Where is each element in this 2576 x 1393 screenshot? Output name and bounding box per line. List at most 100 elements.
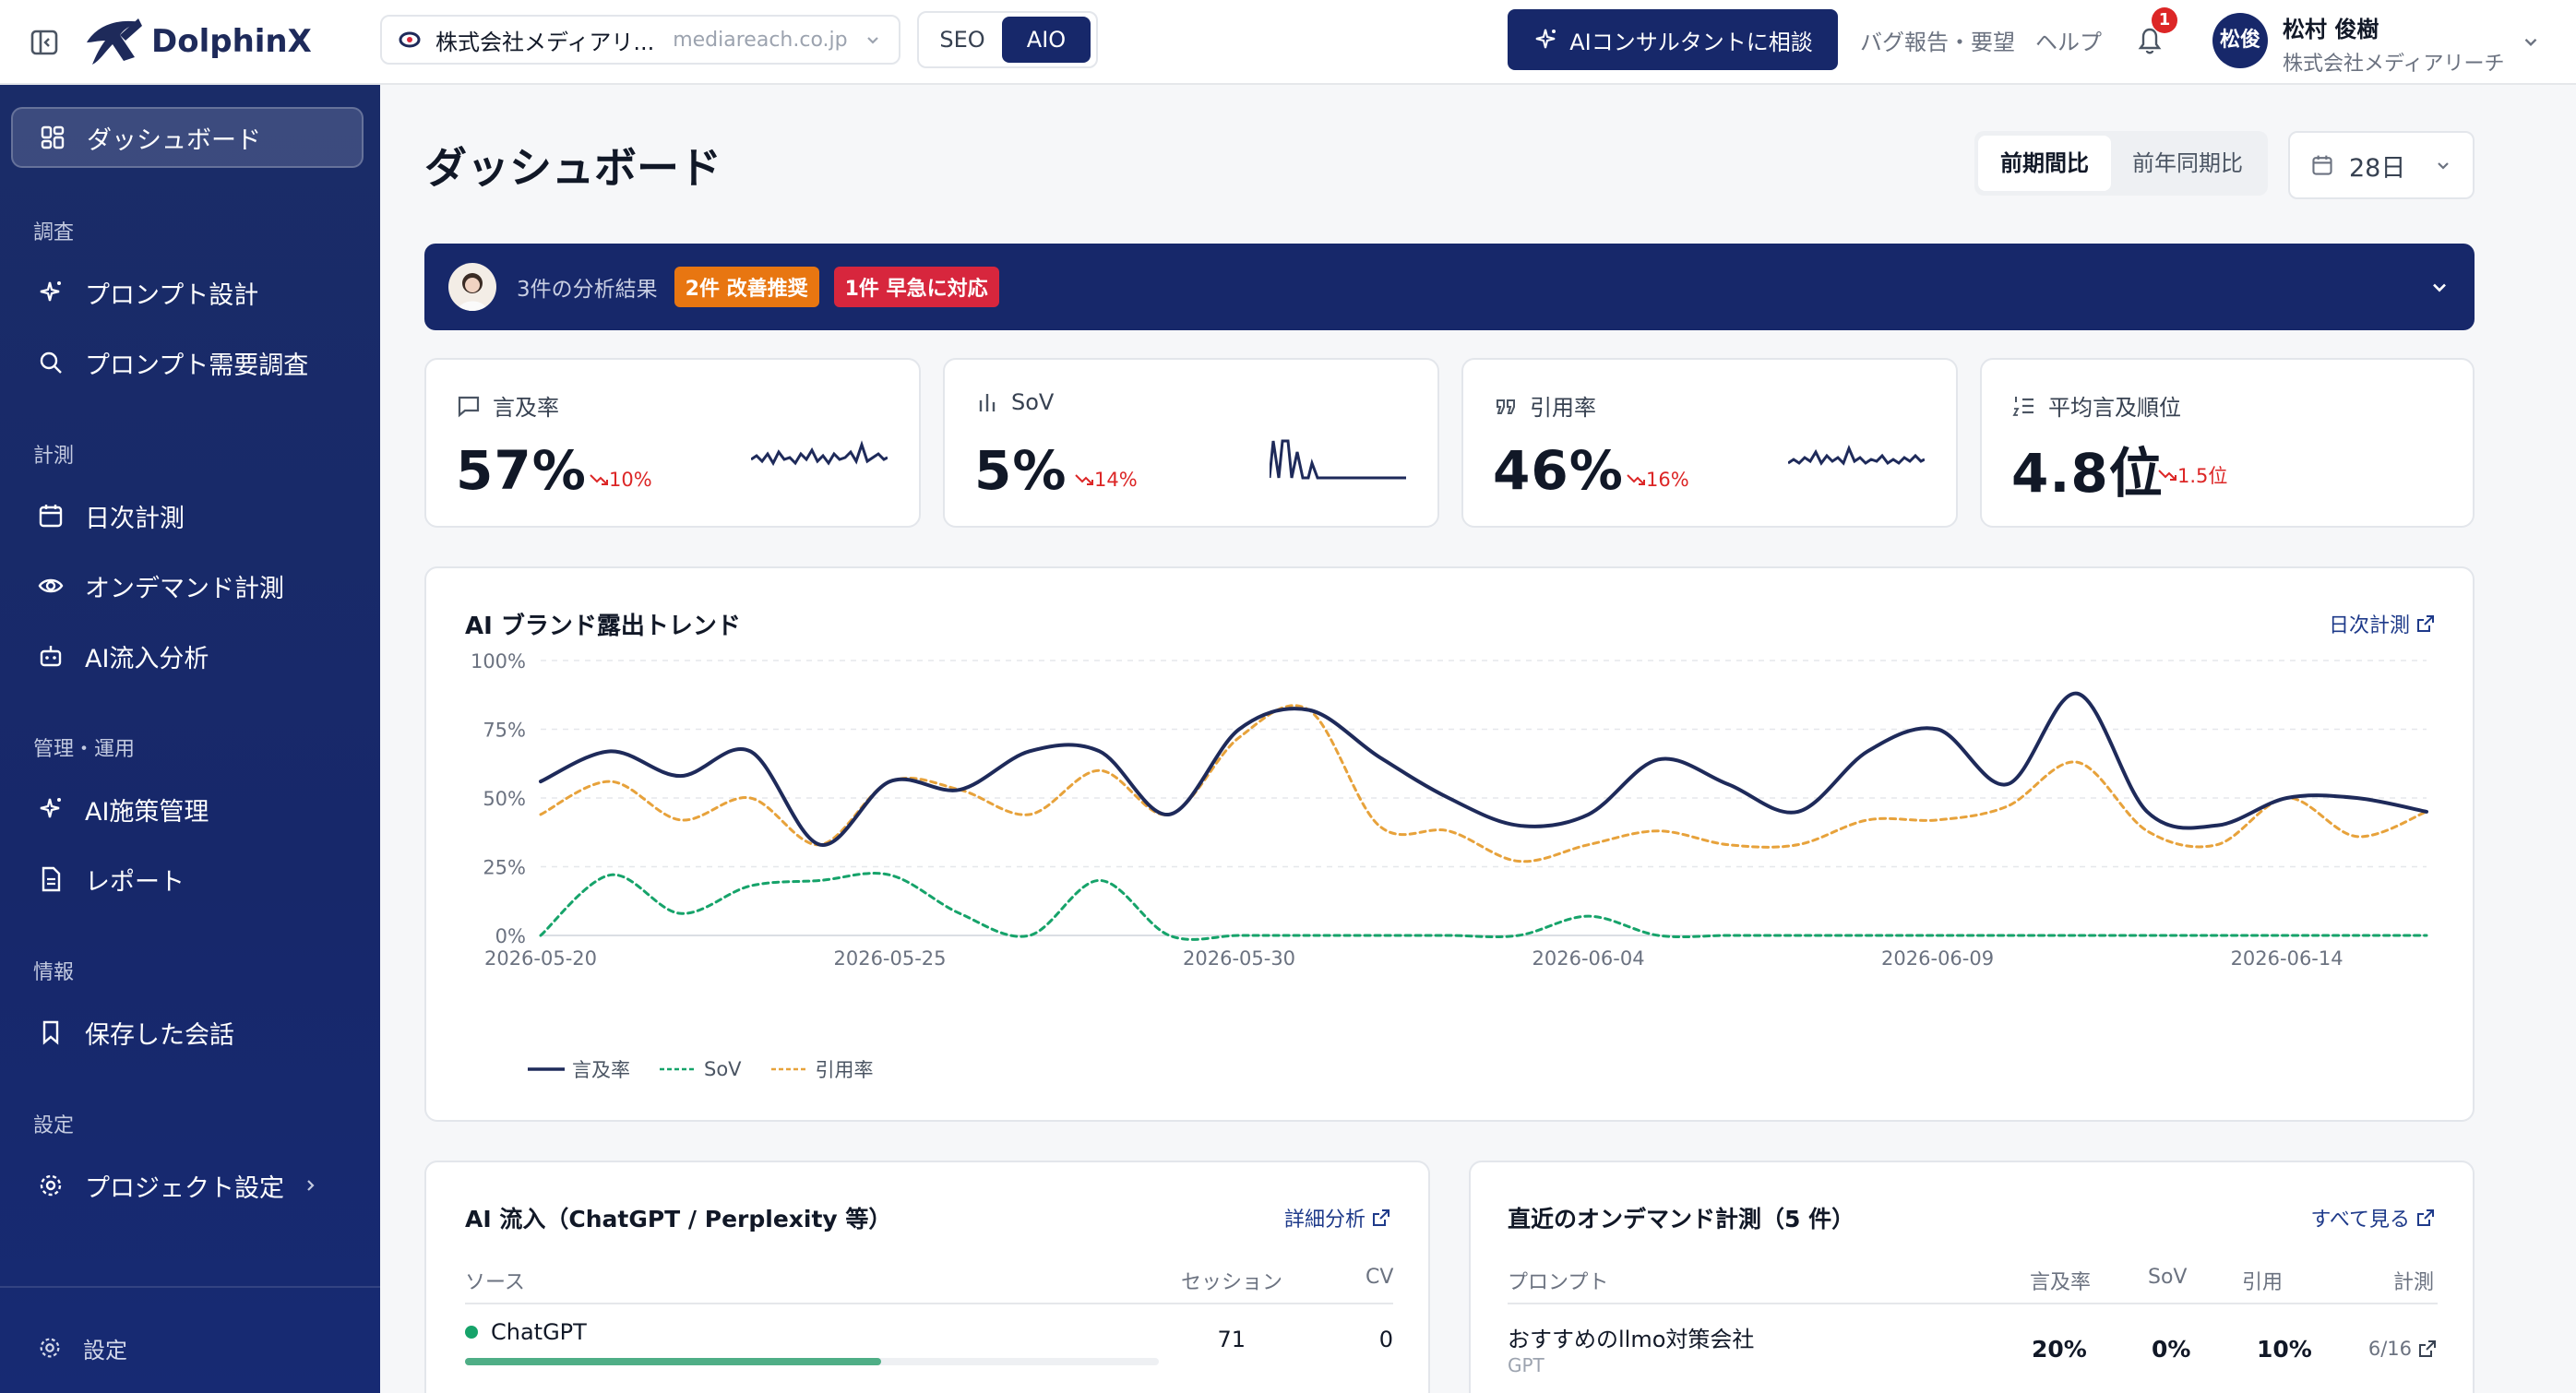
table-divider [1508,1303,2438,1304]
project-selector[interactable]: 株式会社メディアリ... mediareach.co.jp [380,15,900,65]
daily-link[interactable]: 日次計測 [2329,609,2436,638]
eye-icon [38,578,64,593]
tab-prev-period[interactable]: 前期間比 [1978,136,2111,191]
cite-value: 10% [2257,1336,2312,1363]
sidebar-item-label: AI施策管理 [85,797,209,827]
consultant-avatar [448,263,496,311]
bar-chart-icon [979,394,996,411]
y-tick-label: 75% [483,720,526,742]
sidebar-item-prompt-demand[interactable]: プロンプト需要調査 [22,332,362,393]
dolphin-logo-icon [87,18,142,65]
top-header: DolphinX 株式会社メディアリ... mediareach.co.jp S… [0,0,2576,85]
chevron-right-icon [307,1180,315,1191]
sidebar-item-ondemand[interactable]: オンデマンド計測 [22,555,362,616]
sidebar-section-settings: 設定 [33,1114,75,1137]
sidebar-item-report[interactable]: レポート [22,849,362,910]
cv-value: 0 [1378,1327,1393,1352]
notification-button[interactable]: 1 [2131,7,2177,59]
ai-inflow-card: AI 流入（ChatGPT / Perplexity 等） 詳細分析 ソース セ… [424,1161,1430,1393]
date-range-select[interactable]: 28日 [2288,131,2475,199]
kpi-card-mention[interactable]: 言及率 57% 10% [424,358,921,528]
source-name: ChatGPT [491,1319,587,1345]
compare-switch: 前期間比 前年同期比 [1974,131,2268,196]
user-info[interactable]: 松村 俊樹 株式会社メディアリーチ [2283,11,2504,77]
detail-analysis-link[interactable]: 詳細分析 [1284,1203,1391,1232]
user-name: 松村 俊樹 [2283,17,2379,42]
sidebar-item-settings[interactable]: 設定 [22,1317,362,1378]
table-row[interactable]: おすすめのllmo対策会社 GPT 20% 0% 10% 6/16 [1508,1321,2438,1386]
external-link-icon [2419,1340,2436,1357]
sidebar-item-ai-measures[interactable]: AI施策管理 [22,779,362,839]
kpi-value: 57% [456,439,587,502]
date-range-value: 28日 [2349,153,2406,183]
view-all-link[interactable]: すべて見る [2310,1203,2436,1232]
kpi-card-citation[interactable]: 引用率 46% 16% [1461,358,1958,528]
table-row[interactable]: ChatGPT 71 0 [465,1319,1393,1375]
sidebar-item-prompt-design[interactable]: プロンプト設計 [22,262,362,323]
col-header-measured: 計測 [2393,1271,2435,1294]
sidebar-item-saved[interactable]: 保存した会話 [22,1002,362,1063]
col-header-mention: 言及率 [2030,1271,2092,1294]
col-header-source: ソース [465,1271,525,1294]
measured-date[interactable]: 6/16 [2368,1338,2438,1360]
model-name: GPT [1508,1354,1544,1376]
user-avatar[interactable]: 松俊 [2212,13,2268,68]
y-tick-label: 0% [495,925,526,947]
logo[interactable]: DolphinX [83,15,312,68]
badge-urgent: 1件 早急に対応 [833,267,999,307]
kpi-title: 引用率 [1493,389,1596,422]
sidebar-item-ai-inflow[interactable]: AI流入分析 [22,625,362,686]
y-tick-label: 100% [471,651,526,673]
x-tick-label: 2026-06-09 [1881,947,1994,970]
sparkle-icon [1536,29,1556,49]
bug-report-link[interactable]: バグ報告・要望 [1860,24,2015,56]
chevron-down-icon[interactable] [2428,276,2451,298]
analysis-banner[interactable]: 3件の分析結果 2件 改善推奨 1件 早急に対応 [424,244,2475,330]
calendar-icon [2312,155,2332,175]
source-cell: ChatGPT [465,1319,587,1345]
legend-item-sov[interactable]: SoV [660,1058,742,1080]
trend-down-icon [1075,474,1093,485]
ai-consult-button[interactable]: AIコンサルタントに相談 [1508,9,1838,70]
tab-aio[interactable]: AIO [1002,17,1091,63]
sidebar: ダッシュボード 調査 プロンプト設計 プロンプト需要調査 計測 日次計測 オンデ… [0,85,380,1393]
chevron-down-icon [2438,162,2449,170]
gear-icon [40,1338,60,1358]
detail-analysis-label: 詳細分析 [1283,1208,1366,1232]
trend-title: AI ブランド露出トレンド [465,613,741,640]
mode-switch: SEO AIO [917,11,1098,68]
sessions-value: 71 [1217,1327,1246,1352]
kpi-card-avg-rank[interactable]: 平均言及順位 4.8位 1.5位 [1980,358,2475,528]
kpi-sparkline [1270,439,1406,480]
search-icon [40,351,62,374]
kpi-title: 平均言及順位 [2011,389,2181,422]
external-link-icon [2417,615,2434,632]
trend-down-icon [2158,470,2176,481]
measured-date-label: 6/16 [2367,1338,2412,1360]
tab-prev-year[interactable]: 前年同期比 [2111,136,2264,191]
kpi-label: 言及率 [493,395,559,421]
share-bar [465,1358,1159,1365]
chevron-down-icon[interactable] [2521,31,2541,52]
legend-item-citation[interactable]: 引用率 [770,1055,874,1083]
sidebar-toggle-icon[interactable] [30,28,59,57]
y-tick-label: 50% [483,788,526,810]
banner-text: 3件の分析結果 [517,278,658,302]
tab-seo[interactable]: SEO [923,17,1002,63]
kpi-delta-value: 16% [1646,469,1689,491]
quote-icon [1497,399,1515,414]
help-link[interactable]: ヘルプ [2035,24,2102,56]
sidebar-item-daily[interactable]: 日次計測 [22,485,362,546]
project-domain: mediareach.co.jp [673,28,848,52]
kpi-title: SoV [974,389,1054,415]
sidebar-item-label: 保存した会話 [85,1020,234,1050]
sidebar-item-label: プロンプト設計 [85,280,259,310]
col-header-sov: SoV [2148,1266,2188,1289]
x-tick-label: 2026-06-14 [2231,947,2343,970]
sidebar-item-dashboard[interactable]: ダッシュボード [11,107,364,168]
kpi-card-sov[interactable]: SoV 5% 14% [943,358,1439,528]
legend-item-mention[interactable]: 言及率 [528,1055,630,1083]
sidebar-section-info: 情報 [33,961,75,984]
y-tick-label: 25% [483,857,526,879]
sidebar-item-project-settings[interactable]: プロジェクト設定 [22,1155,362,1216]
